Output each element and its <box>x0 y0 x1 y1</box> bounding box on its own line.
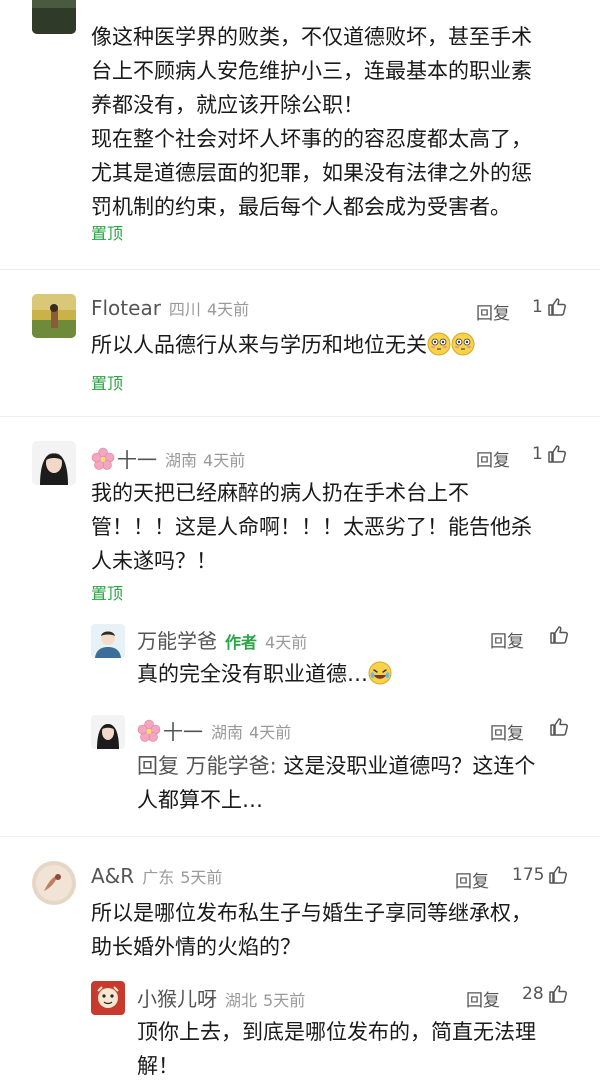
thumbs-up-icon[interactable] <box>549 717 569 737</box>
avatar[interactable] <box>32 0 76 34</box>
like-button[interactable]: 175 <box>512 865 568 885</box>
avatar-image-icon <box>32 0 76 34</box>
author-badge: 作者 <box>225 633 258 652</box>
comment-line: 回复 万能学爸: 这是没职业道德吗？这连个 <box>137 749 577 783</box>
avatar-image-icon <box>32 294 76 338</box>
avatar-image-icon <box>91 715 125 749</box>
avatar[interactable] <box>32 441 76 485</box>
like-count: 1 <box>532 297 543 317</box>
pin-button[interactable]: 置顶 <box>91 580 123 604</box>
timestamp: 5天前 <box>263 991 306 1010</box>
comment-line: 所以是哪位发布私生子与婚生子享同等继承权， <box>91 901 532 925</box>
username[interactable]: A&R <box>91 864 134 888</box>
comment-line: 人都算不上… <box>137 788 263 812</box>
comment-line: 管！！！这是人命啊！！！太恶劣了！能告他杀 <box>91 515 532 539</box>
comment-body: 像这种医学界的败类，不仅道德败坏，甚至手术 台上不顾病人安危维护小三，连最基本的… <box>91 20 581 224</box>
comment-line: 我的天把已经麻醉的病人扔在手术台上不 <box>91 481 469 505</box>
username[interactable]: 万能学爸 <box>137 625 217 654</box>
flushed-face-emoji-icon <box>451 332 475 356</box>
region: 四川 <box>168 300 201 319</box>
like-button[interactable]: 1 <box>532 444 567 464</box>
divider <box>0 416 600 417</box>
comment-body: 所以是哪位发布私生子与婚生子享同等继承权， 助长婚外情的火焰的？ <box>91 896 581 964</box>
comment-line: 罚机制的约束，最后每个人都会成为受害者。 <box>91 195 511 219</box>
thumbs-up-icon <box>548 445 566 463</box>
comment-body: 回复 万能学爸: 这是没职业道德吗？这连个 人都算不上… <box>137 749 577 817</box>
comment-line: 台上不顾病人安危维护小三，连最基本的职业素 <box>91 59 532 83</box>
cherry-blossom-icon <box>137 719 161 742</box>
thumbs-up-icon <box>548 985 567 1003</box>
timestamp: 4天前 <box>206 300 250 319</box>
reply-button[interactable]: 回复 <box>490 719 524 744</box>
username[interactable]: 十一 <box>117 444 157 473</box>
comment-line: 养都没有，就应该开除公职！ <box>91 93 364 117</box>
region: 广东 <box>142 868 175 887</box>
comment-text: 所以人品德行从来与学历和地位无关 <box>91 333 427 357</box>
timestamp: 5天前 <box>180 868 223 887</box>
comment-body: 我的天把已经麻醉的病人扔在手术台上不 管！！！这是人命啊！！！太恶劣了！能告他杀… <box>91 476 581 578</box>
comment-body: 真的完全没有职业道德… <box>137 657 392 691</box>
like-button[interactable]: 28 <box>522 984 568 1004</box>
crying-laughing-emoji-icon <box>368 661 392 685</box>
thumbs-up-icon[interactable] <box>549 625 569 645</box>
avatar[interactable] <box>32 861 76 905</box>
comment-line: 现在整个社会对坏人坏事的的容忍度都太高了， <box>91 127 532 151</box>
divider <box>0 836 600 837</box>
timestamp: 4天前 <box>249 722 292 742</box>
region: 湖南 <box>165 450 198 470</box>
comment-line: 像这种医学界的败类，不仅道德败坏，甚至手术 <box>91 25 532 49</box>
region: 湖南 <box>211 722 244 742</box>
avatar-image-icon <box>32 441 76 485</box>
comment-body: 顶你上去，到底是哪位发布的，简直无法理 解！ <box>137 1015 582 1083</box>
username[interactable]: Flotear <box>91 296 161 320</box>
avatar-image-icon <box>91 624 125 658</box>
avatar[interactable] <box>32 294 76 338</box>
flushed-face-emoji-icon <box>427 332 451 356</box>
thumbs-up-icon <box>548 298 566 316</box>
comment-line: 人未遂吗？！ <box>91 549 217 573</box>
reply-button[interactable]: 回复 <box>455 867 489 892</box>
pin-button[interactable]: 置顶 <box>91 220 123 244</box>
cherry-blossom-icon <box>91 447 115 470</box>
username[interactable]: 小猴儿呀 <box>137 983 217 1012</box>
region: 湖北 <box>225 991 258 1010</box>
avatar-image-icon <box>32 861 76 905</box>
avatar[interactable] <box>91 981 125 1015</box>
avatar[interactable] <box>91 624 125 658</box>
timestamp: 4天前 <box>265 633 308 652</box>
comment-line: 顶你上去，到底是哪位发布的，简直无法理 <box>137 1020 536 1044</box>
reply-button[interactable]: 回复 <box>490 627 524 652</box>
avatar-image-icon <box>91 981 125 1015</box>
thumbs-up-icon <box>549 866 568 884</box>
like-count: 1 <box>532 444 543 464</box>
reply-button[interactable]: 回复 <box>476 299 510 324</box>
reply-button[interactable]: 回复 <box>466 986 500 1011</box>
reply-button[interactable]: 回复 <box>476 446 510 471</box>
comment-text: 这是没职业道德吗？这连个 <box>283 754 536 778</box>
pin-button[interactable]: 置顶 <box>91 370 123 394</box>
comment-line: 助长婚外情的火焰的？ <box>91 935 301 959</box>
comment-body: 所以人品德行从来与学历和地位无关 <box>91 328 475 362</box>
comment-line: 尤其是道德层面的犯罪，如果没有法律之外的惩 <box>91 161 532 185</box>
timestamp: 4天前 <box>203 450 246 470</box>
avatar[interactable] <box>91 715 125 749</box>
username[interactable]: 十一 <box>163 716 203 745</box>
like-button[interactable]: 1 <box>532 297 567 317</box>
divider <box>0 269 600 270</box>
comment-text: 真的完全没有职业道德… <box>137 662 368 686</box>
like-count: 175 <box>512 865 545 885</box>
reply-to-prefix[interactable]: 回复 万能学爸: <box>137 754 277 778</box>
comment-line: 解！ <box>137 1054 179 1078</box>
like-count: 28 <box>522 984 544 1004</box>
